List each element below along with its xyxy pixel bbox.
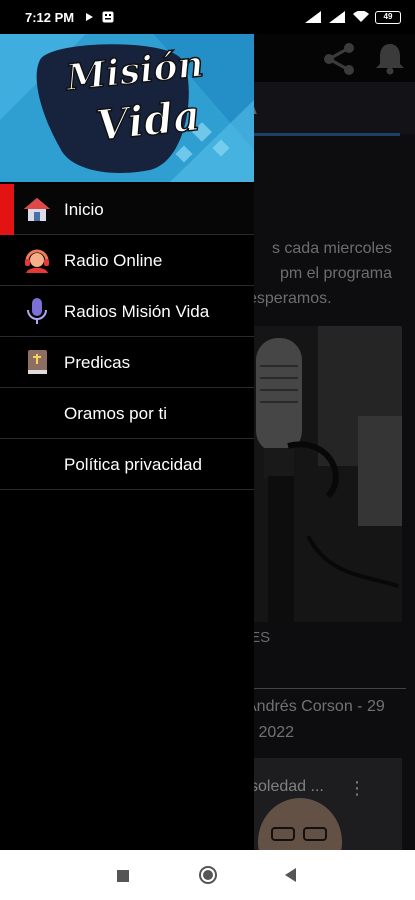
active-indicator [0,184,14,235]
drawer-menu: Inicio Radio Online Radios Misión Vida P… [0,184,254,490]
drawer-item-label: Política privacidad [64,455,202,474]
back-button[interactable] [285,868,296,882]
play-notification-icon [86,13,94,21]
drawer-item-label: Radios Misión Vida [64,302,210,321]
battery-indicator: 49 [375,10,401,24]
bible-icon [22,347,52,377]
drawer-item-radio-online[interactable]: Radio Online [0,235,254,286]
drawer-item-label: Predicas [64,353,131,372]
app-notification-icon [102,11,114,23]
status-bar: 7:12 PM 49 [0,0,415,34]
drawer-item-radios-mision-vida[interactable]: Radios Misión Vida [0,286,254,337]
navigation-drawer: Misión Vida Inicio Radio Online Radios M… [0,30,254,850]
home-button[interactable] [199,866,217,884]
drawer-item-label: Inicio [64,200,104,219]
drawer-item-inicio[interactable]: Inicio [0,184,254,235]
drawer-item-label: Oramos por ti [64,404,167,423]
recents-button[interactable] [117,870,129,882]
headset-icon [22,245,52,275]
microphone-icon [22,296,52,326]
wifi-icon [353,11,369,22]
signal-icon [329,11,345,23]
system-navigation-bar [0,850,415,900]
drawer-item-predicas[interactable]: Predicas [0,337,254,388]
drawer-header: Misión Vida [0,30,254,182]
signal-icon [305,11,321,23]
drawer-item-oramos-por-ti[interactable]: Oramos por ti [0,388,254,439]
drawer-item-label: Radio Online [64,251,163,270]
home-icon [22,194,52,224]
drawer-item-politica-privacidad[interactable]: Política privacidad [0,439,254,490]
status-time: 7:12 PM [25,9,75,25]
